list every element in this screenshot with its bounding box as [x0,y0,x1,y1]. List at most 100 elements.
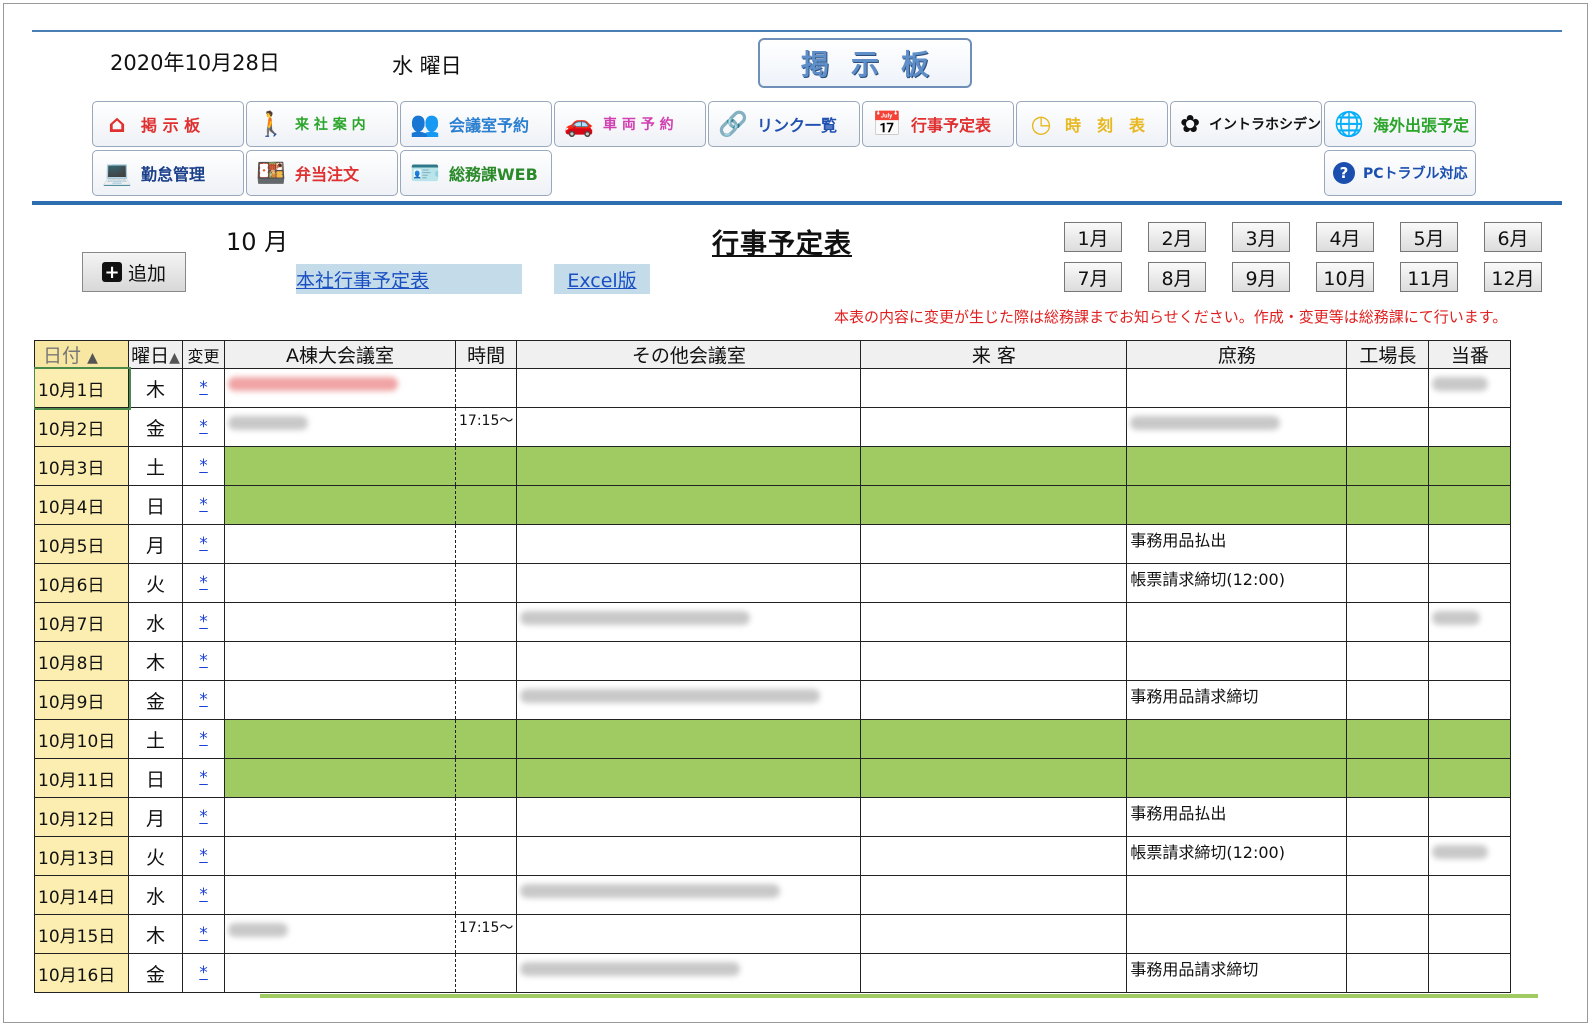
room-a-cell[interactable] [224,758,456,798]
time-cell[interactable] [454,563,518,603]
room-a-cell[interactable] [224,368,456,408]
time-cell[interactable] [454,875,518,915]
visitors-cell[interactable] [860,875,1128,915]
nav-button-r2-2[interactable]: 🪪 総務課WEB [400,150,552,196]
nav-button-r2-0[interactable]: 💻 勤怠管理 [92,150,244,196]
factory-manager-cell[interactable] [1346,680,1430,720]
visitors-cell[interactable] [860,641,1128,681]
month-button-8[interactable]: 8月 [1148,262,1206,292]
edit-row-link[interactable]: * [199,651,208,671]
nav-button-r1-3[interactable]: 🚗 車 両 予 約 [554,101,706,147]
edit-row-link[interactable]: * [199,807,208,827]
edit-row-link[interactable]: * [199,612,208,632]
edit-row-link[interactable]: * [199,846,208,866]
visitors-cell[interactable] [860,485,1128,525]
room-a-cell[interactable] [224,407,456,447]
other-room-cell[interactable] [516,758,862,798]
duty-cell[interactable] [1428,524,1512,564]
date-column-header[interactable]: 日付 ▲ [34,340,129,369]
general-affairs-cell[interactable] [1126,446,1348,486]
factory-manager-cell[interactable] [1346,953,1430,993]
nav-button-r1-2[interactable]: 👥 会議室予約 [400,101,552,147]
factory-manager-cell[interactable] [1346,368,1430,408]
duty-cell[interactable] [1428,836,1512,876]
time-cell[interactable] [454,797,518,837]
schedule-table-container[interactable]: 日付 ▲ 曜日▲ 変更 A棟大会議室 時間 その他会議室 来 客 庶務 工場長 … [34,340,1539,995]
time-cell[interactable]: 17:15〜 [454,914,518,954]
other-room-cell[interactable] [516,953,862,993]
room-a-cell[interactable] [224,836,456,876]
general-affairs-cell[interactable]: 事務用品払出 [1126,797,1348,837]
edit-row-link[interactable]: * [199,963,208,983]
nav-button-r2-1[interactable]: 🍱 弁当注文 [246,150,398,196]
room-a-cell[interactable] [224,875,456,915]
general-affairs-cell[interactable] [1126,758,1348,798]
time-cell[interactable] [454,719,518,759]
nav-button-r1-4[interactable]: 🔗 リンク一覧 [708,101,860,147]
duty-cell[interactable] [1428,680,1512,720]
edit-row-link[interactable]: * [199,573,208,593]
time-cell[interactable] [454,641,518,681]
visitors-cell[interactable] [860,368,1128,408]
time-cell[interactable] [454,758,518,798]
visitors-cell[interactable] [860,836,1128,876]
other-room-cell[interactable] [516,641,862,681]
general-affairs-cell[interactable] [1126,602,1348,642]
factory-manager-cell[interactable] [1346,914,1430,954]
add-button[interactable]: + 追加 [82,252,186,292]
edit-row-link[interactable]: * [199,417,208,437]
weekday-column-header[interactable]: 曜日▲ [128,340,183,369]
other-room-cell[interactable] [516,368,862,408]
other-room-cell[interactable] [516,719,862,759]
nav-button-r1-5[interactable]: 📅 行事予定表 [862,101,1014,147]
factory-manager-cell[interactable] [1346,836,1430,876]
general-affairs-cell[interactable] [1126,641,1348,681]
nav-button-r1-0[interactable]: ⌂ 掲 示 板 [92,101,244,147]
general-affairs-cell[interactable] [1126,914,1348,954]
duty-cell[interactable] [1428,797,1512,837]
edit-row-link[interactable]: * [199,885,208,905]
visitors-cell[interactable] [860,680,1128,720]
general-affairs-cell[interactable]: 事務用品請求締切 [1126,680,1348,720]
general-affairs-cell[interactable] [1126,719,1348,759]
room-a-cell[interactable] [224,953,456,993]
nav-button-r1-6[interactable]: ◷ 時 刻 表 [1016,101,1168,147]
room-a-cell[interactable] [224,446,456,486]
nav-button-r1-1[interactable]: 🚶 来 社 案 内 [246,101,398,147]
room-a-cell[interactable] [224,641,456,681]
factory-manager-cell[interactable] [1346,446,1430,486]
nav-button-pc-trouble[interactable]: ? PCトラブル対応 [1324,150,1476,196]
board-title-banner[interactable]: 掲示板 [758,38,972,88]
room-a-cell[interactable] [224,485,456,525]
other-room-cell[interactable] [516,485,862,525]
other-room-cell[interactable] [516,524,862,564]
time-cell[interactable] [454,836,518,876]
room-a-cell[interactable] [224,602,456,642]
general-affairs-cell[interactable] [1126,485,1348,525]
main-office-schedule-link[interactable]: 本社行事予定表 [296,264,522,294]
edit-row-link[interactable]: * [199,378,208,398]
month-button-4[interactable]: 4月 [1316,222,1374,252]
factory-manager-cell[interactable] [1346,563,1430,603]
edit-row-link[interactable]: * [199,924,208,944]
other-room-cell[interactable] [516,602,862,642]
general-affairs-cell[interactable]: 事務用品払出 [1126,524,1348,564]
factory-manager-cell[interactable] [1346,485,1430,525]
room-a-cell[interactable] [224,914,456,954]
visitors-cell[interactable] [860,797,1128,837]
general-affairs-cell[interactable]: 帳票請求締切(12:00) [1126,563,1348,603]
visitors-cell[interactable] [860,914,1128,954]
general-affairs-cell[interactable] [1126,368,1348,408]
factory-manager-cell[interactable] [1346,875,1430,915]
duty-cell[interactable] [1428,407,1512,447]
visitors-cell[interactable] [860,719,1128,759]
general-affairs-cell[interactable]: 事務用品請求締切 [1126,953,1348,993]
room-a-cell[interactable] [224,797,456,837]
factory-manager-cell[interactable] [1346,719,1430,759]
room-a-cell[interactable] [224,680,456,720]
other-room-cell[interactable] [516,836,862,876]
time-cell[interactable] [454,368,518,408]
excel-version-link[interactable]: Excel版 [554,264,650,294]
month-button-1[interactable]: 1月 [1064,222,1122,252]
month-button-11[interactable]: 11月 [1400,262,1458,292]
